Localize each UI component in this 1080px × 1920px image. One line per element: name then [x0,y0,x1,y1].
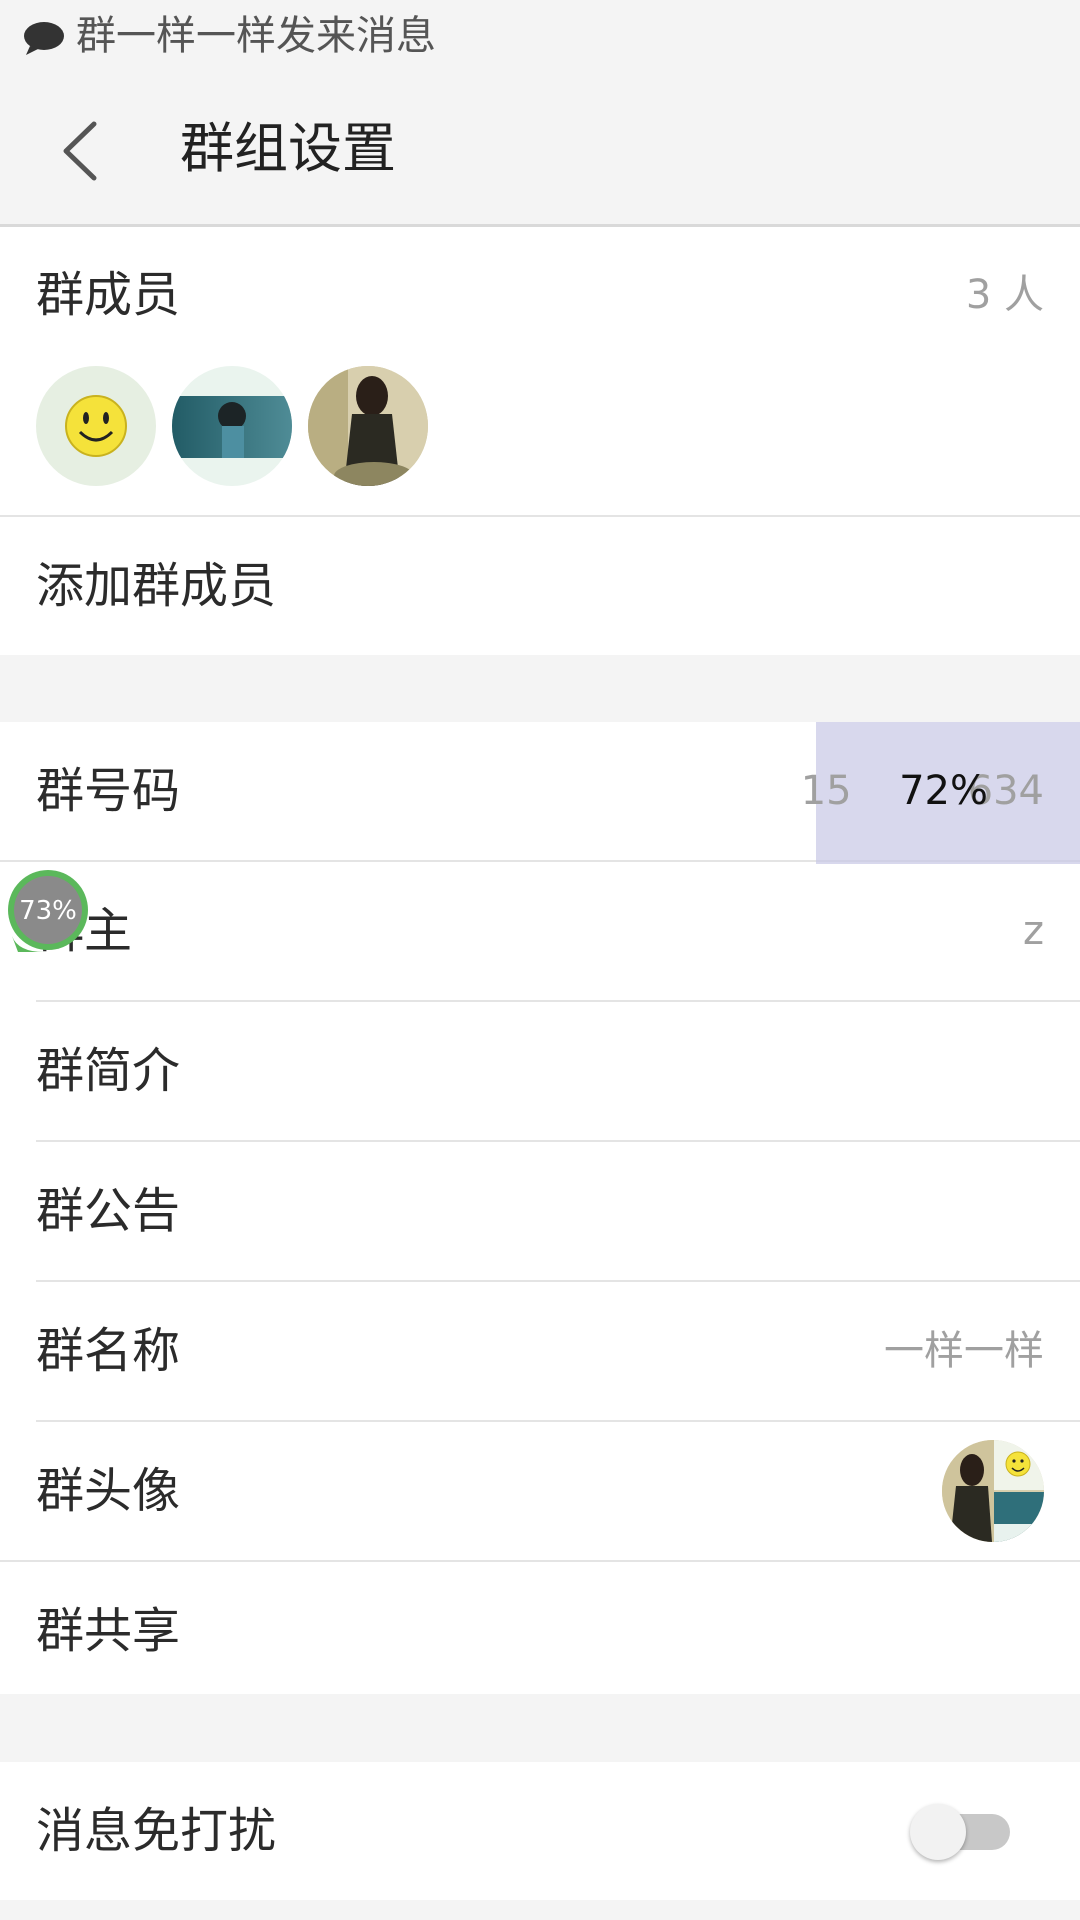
share-row[interactable]: 群共享 [0,1562,1080,1700]
group-name-value: 一样一样 [884,1328,1044,1374]
group-number-label: 群号码 [36,763,181,819]
group-avatar-image [942,1440,1044,1542]
avatar[interactable] [36,366,156,486]
group-avatar-row[interactable]: 群头像 [0,1422,1080,1560]
floating-ball-percent: 73% [19,896,77,926]
dnd-toggle[interactable] [910,1804,1010,1860]
group-name-row[interactable]: 群名称 一样一样 [0,1282,1080,1420]
group-avatar-icon [942,1440,1044,1542]
announcement-row[interactable]: 群公告 [0,1142,1080,1280]
intro-label: 群简介 [36,1043,181,1099]
floating-ball[interactable]: 73% [4,866,92,954]
announcement-label: 群公告 [36,1183,181,1239]
photo-teal-icon [172,396,292,458]
toggle-knob [910,1804,966,1860]
group-number-row[interactable]: 群号码 15 634 72% [0,722,1080,864]
members-label: 群成员 [36,267,181,323]
avatar[interactable] [308,366,428,486]
dnd-row: 消息免打扰 [0,1762,1080,1900]
add-member-row[interactable]: 添加群成员 [0,517,1080,655]
owner-row[interactable]: 群主 z [0,862,1080,1000]
add-member-label: 添加群成员 [36,558,277,614]
group-name-label: 群名称 [36,1323,181,1379]
owner-value: z [1023,908,1044,954]
members-header[interactable]: 群成员 3 人 [0,227,1080,357]
top-bar: 群组设置 [0,74,1080,224]
chevron-left-icon[interactable] [50,116,110,186]
notification-bar[interactable]: 群一样一样发来消息 [0,0,1080,74]
dnd-section: 消息免打扰 [0,1762,1080,1900]
member-count: 3 人 [965,272,1044,318]
page-title: 群组设置 [180,117,396,180]
photo-woman-icon [308,366,428,486]
overlay-percent: 72% [899,768,988,814]
avatar[interactable] [172,366,292,486]
intro-row[interactable]: 群简介 [0,1002,1080,1140]
dnd-label: 消息免打扰 [36,1803,277,1859]
smiley-icon [65,395,127,457]
members-section: 群成员 3 人 添加群成员 [0,227,1080,655]
chat-bubble-icon [24,22,64,55]
info-section: 群号码 15634 72% 群主 z 群简介 群公告 群名称 一样一样 群头像 [0,722,1080,1694]
share-label: 群共享 [36,1603,181,1659]
group-avatar-label: 群头像 [36,1463,181,1519]
notification-text: 群一样一样发来消息 [76,13,436,59]
